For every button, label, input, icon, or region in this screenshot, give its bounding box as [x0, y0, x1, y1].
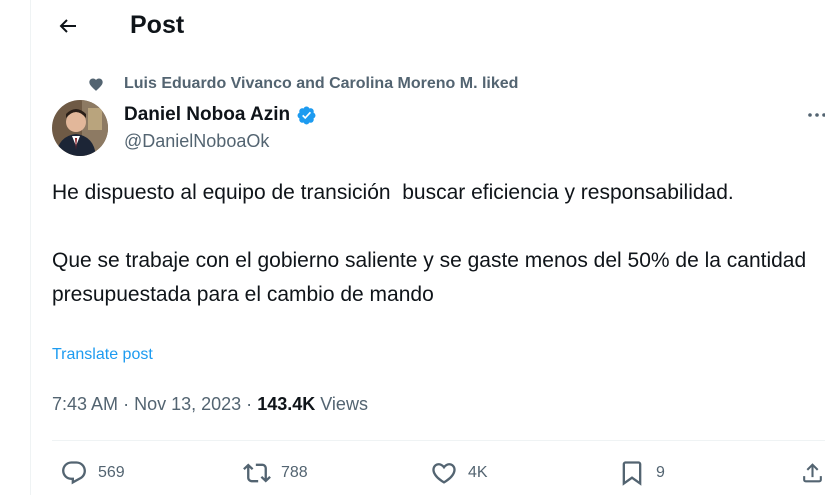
page-header: Post — [0, 0, 825, 52]
author-name[interactable]: Daniel Noboa Azin — [124, 104, 290, 126]
more-dots-icon — [808, 113, 825, 117]
views-label: Views — [320, 394, 368, 414]
meta-separator: · — [123, 394, 130, 414]
meta-separator: · — [246, 394, 253, 414]
repost-icon — [243, 459, 271, 487]
bookmark-icon — [618, 459, 646, 487]
translate-post-link[interactable]: Translate post — [52, 346, 153, 364]
post-detail-page: Post Luis Eduardo Vivanco and Carolina M… — [0, 0, 825, 495]
social-context: Luis Eduardo Vivanco and Carolina Moreno… — [88, 73, 518, 95]
author-handle[interactable]: @DanielNoboaOk — [124, 131, 269, 152]
post-text: He dispuesto al equipo de transición bus… — [52, 176, 822, 312]
arrow-left-icon — [59, 19, 76, 33]
reply-count: 569 — [98, 464, 125, 481]
post-paragraph: Que se trabaje con el gobierno saliente … — [52, 249, 812, 306]
verified-badge-icon[interactable] — [296, 105, 317, 126]
reply-icon — [60, 459, 88, 487]
bookmark-count: 9 — [656, 464, 665, 481]
back-button[interactable] — [50, 8, 86, 44]
divider — [52, 440, 825, 441]
repost-count: 788 — [281, 464, 308, 481]
post-meta: 7:43 AM · Nov 13, 2023 · 143.4K Views — [52, 394, 368, 415]
share-icon — [800, 459, 825, 487]
heart-outline-icon — [430, 459, 458, 487]
like-button[interactable]: 4K — [430, 458, 488, 488]
avatar[interactable] — [52, 100, 108, 156]
social-context-text[interactable]: Luis Eduardo Vivanco and Carolina Moreno… — [124, 75, 518, 93]
page-title: Post — [130, 11, 185, 39]
reply-button[interactable]: 569 — [60, 458, 125, 488]
views-count[interactable]: 143.4K — [257, 394, 315, 414]
like-count: 4K — [468, 464, 488, 481]
more-options-button[interactable] — [808, 105, 825, 125]
post-date[interactable]: Nov 13, 2023 — [134, 394, 241, 414]
post-paragraph: He dispuesto al equipo de transición bus… — [52, 181, 734, 204]
column-border — [30, 0, 31, 495]
bookmark-button[interactable]: 9 — [618, 458, 665, 488]
heart-icon — [88, 76, 104, 92]
post-time[interactable]: 7:43 AM — [52, 394, 118, 414]
share-button[interactable] — [800, 458, 825, 488]
repost-button[interactable]: 788 — [243, 458, 308, 488]
author-name-row: Daniel Noboa Azin — [124, 102, 317, 128]
